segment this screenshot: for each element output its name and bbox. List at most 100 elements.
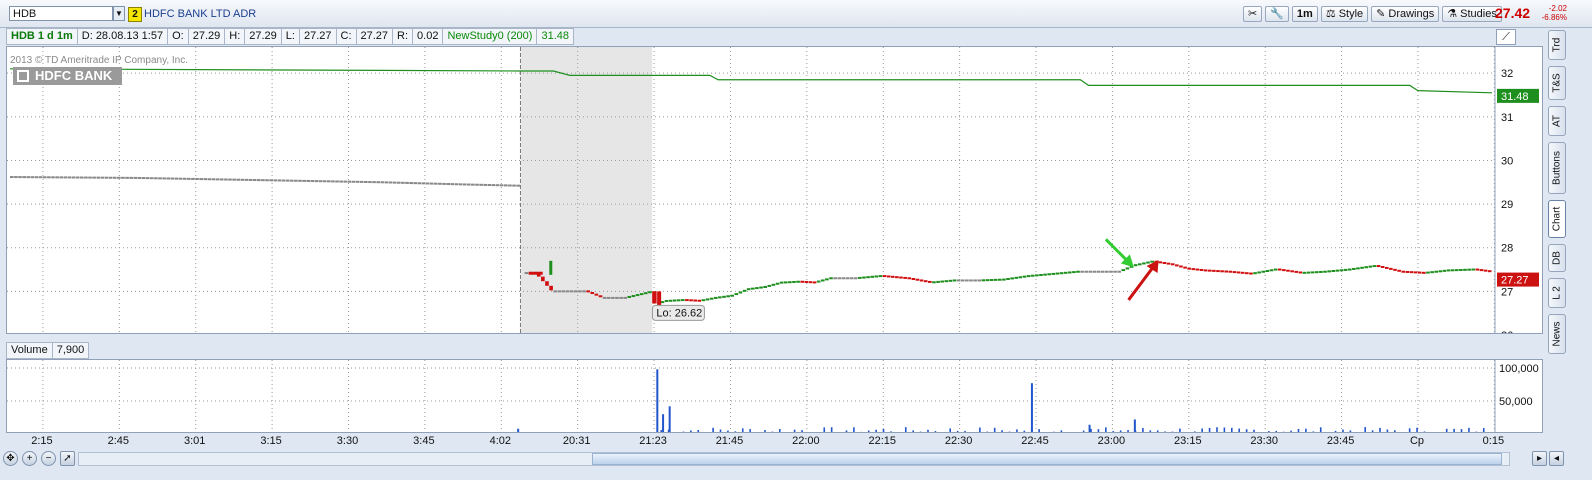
price-candle [1454, 269, 1459, 272]
side-tab-db[interactable]: DB [1548, 244, 1566, 272]
price-candle [372, 181, 376, 184]
side-tab-chart[interactable]: Chart [1548, 200, 1566, 238]
side-tab-ts[interactable]: T&S [1548, 66, 1566, 100]
interval-button[interactable]: 1m [1291, 5, 1318, 22]
volume-bar [1312, 431, 1315, 432]
price-candle [1302, 271, 1307, 274]
price-candle [1434, 270, 1438, 273]
vol-tick-label: 50,000 [1499, 396, 1533, 408]
volume-chart-svg: 100,000 50,000 [7, 360, 1539, 433]
price-candle [751, 287, 755, 290]
price-candle [294, 179, 298, 182]
price-candle [1314, 271, 1319, 274]
price-candle [1059, 272, 1064, 275]
price-candle [833, 277, 837, 280]
volume-bar [1060, 430, 1063, 432]
price-candle [195, 178, 199, 180]
price-candle [499, 184, 504, 187]
price-candle [849, 277, 854, 280]
collapse-icon[interactable]: ◂ [1549, 451, 1564, 466]
price-candle [108, 176, 113, 179]
volume-bar [1149, 430, 1152, 432]
volume-bar [1475, 431, 1478, 432]
side-tab-at[interactable]: AT [1548, 106, 1566, 136]
volume-bar [727, 430, 729, 432]
volume-chart[interactable]: 100,000 50,000 [6, 359, 1543, 433]
price-candle [1080, 270, 1084, 273]
side-tab-label: Trd [1551, 37, 1563, 53]
price-candle [215, 178, 220, 181]
zoom-in-icon[interactable]: + [22, 451, 37, 466]
price-candle [1216, 270, 1220, 273]
scroll-right-icon[interactable]: ▸ [1532, 451, 1547, 466]
pan-icon[interactable]: ✥ [3, 451, 18, 466]
pencil-icon: ✎ [1376, 7, 1386, 20]
price-candle [1261, 270, 1266, 273]
y-tick-label: 28 [1501, 243, 1513, 255]
side-tab-trd[interactable]: Trd [1548, 30, 1566, 60]
side-tab-label: AT [1551, 114, 1563, 128]
x-tick-label: 22:00 [792, 435, 820, 447]
price-candle [804, 280, 809, 283]
price-candle [1257, 271, 1261, 274]
symbol-dropdown-icon[interactable]: ▼ [113, 6, 125, 21]
volume-bar [1401, 432, 1403, 433]
price-candle [141, 177, 146, 180]
price-candle [154, 177, 158, 180]
study-label: NewStudy0 (200) [442, 28, 538, 45]
scrollbar-thumb[interactable] [592, 453, 1502, 465]
price-candle [1175, 264, 1179, 267]
price-candle [870, 275, 874, 278]
logo-text: HDFC BANK [35, 68, 113, 83]
price-candle [1125, 267, 1130, 270]
symbol-input[interactable]: HDB [9, 6, 113, 21]
price-candle [67, 176, 72, 179]
price-candle [718, 296, 722, 299]
price-candle [1467, 268, 1471, 271]
price-chart[interactable]: 32 31 30 29 28 27 26 27.27 31.48 Lo: 26.62 2013 ©… [6, 46, 1543, 334]
vol-tick-label: 100,000 [1499, 363, 1539, 375]
wrench-icon[interactable]: 🔧 [1265, 5, 1289, 22]
zoom-out-icon[interactable]: − [41, 451, 56, 466]
chart-toolbar: HDB ▼ 2 HDFC BANK LTD ADR ✂ 🔧 1m ⚖ Style … [0, 0, 1592, 28]
studies-button[interactable]: ⚗ Studies [1442, 5, 1502, 22]
low-value: 27.27 [298, 28, 337, 45]
price-candle [746, 288, 751, 291]
price-candle [145, 177, 150, 180]
volume-bar [1105, 427, 1107, 432]
price-candle [730, 294, 735, 297]
price-candle [199, 178, 203, 181]
x-tick-label: 21:23 [639, 435, 667, 447]
volume-bar [682, 431, 685, 432]
side-tab-news[interactable]: News [1548, 314, 1566, 354]
price-candle [1417, 271, 1422, 274]
cursor-icon[interactable]: ➚ [60, 451, 75, 466]
price-candle [1487, 270, 1492, 273]
x-tick-label: 20:31 [562, 435, 591, 447]
volume-bar [771, 431, 774, 432]
price-candle [42, 176, 47, 179]
price-candle [615, 296, 619, 299]
price-candle [1092, 270, 1097, 273]
price-candle [981, 279, 986, 282]
price-candle [429, 182, 434, 185]
price-candle [652, 291, 657, 304]
price-candle [1170, 263, 1175, 266]
volume-bar [1297, 428, 1300, 432]
price-candle [1442, 269, 1447, 272]
link-group-badge[interactable]: 2 [128, 7, 142, 22]
price-candle [483, 183, 488, 186]
price-candle [1199, 268, 1204, 271]
scissors-icon[interactable]: ✂ [1243, 5, 1263, 22]
price-candle [1022, 275, 1027, 278]
price-candle [845, 277, 850, 280]
side-tab-buttons[interactable]: Buttons [1548, 142, 1566, 194]
drawings-button[interactable]: ✎ Drawings [1371, 5, 1440, 22]
chart-style-icon[interactable]: ⟋ [1496, 29, 1516, 45]
price-candle [808, 281, 813, 284]
volume-bar [1275, 430, 1278, 432]
style-button[interactable]: ⚖ Style [1320, 5, 1369, 22]
price-candle [623, 296, 627, 299]
side-tab-l2[interactable]: L 2 [1548, 278, 1566, 308]
price-candle [722, 295, 726, 298]
